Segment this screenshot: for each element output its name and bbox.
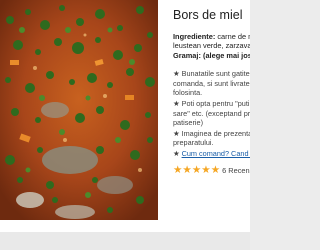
how-to-order-link[interactable]: Cum comand? Cand aju (182, 149, 250, 158)
note-line: folosinta. (173, 88, 203, 98)
product-title: Bors de miel (173, 8, 243, 22)
ingredients-text-1: carne de mie (217, 32, 250, 41)
notes-list: ★ Bunatatile sunt gatite sp comanda, si … (173, 69, 250, 158)
note-line: sare" etc. (exceptand prod (173, 108, 250, 118)
star-bullet-icon: ★ (173, 148, 180, 158)
reviews-count[interactable]: 6 Recenzii (222, 166, 250, 175)
note-line: Poti opta pentru "putin s (181, 99, 250, 108)
star-icon: ★ (201, 163, 211, 176)
note-line: preparatului. (173, 138, 214, 148)
star-bullet-icon: ★ (173, 99, 180, 108)
ingredients-text-2: leustean verde, zarzavat, c (173, 41, 250, 51)
product-photo[interactable] (0, 0, 158, 220)
note-line: patiserie) (173, 118, 204, 128)
star-bullet-icon: ★ (173, 69, 180, 79)
gramaj-label: Gramaj: (alege mai jos) (173, 50, 250, 60)
star-icon: ★ (173, 163, 183, 176)
star-icon: ★ (210, 163, 221, 176)
note-line: Imaginea de prezentare (181, 128, 250, 138)
note-line: Bunatatile sunt gatite sp (181, 69, 250, 79)
note-item: ★ Poti opta pentru "putin s sare" etc. (… (173, 99, 250, 128)
note-item: ★ Bunatatile sunt gatite sp comanda, si … (173, 69, 250, 98)
rating[interactable]: ★ ★ ★ ★ ★ 6 Recenzii (173, 163, 250, 176)
star-bullet-icon: ★ (173, 128, 180, 138)
ingredients-label: Ingrediente: (173, 32, 216, 41)
star-icon: ★ (191, 163, 202, 176)
ingredients: Ingrediente: carne de mie (173, 32, 250, 41)
note-line: comanda, si sunt livrate in (173, 78, 250, 88)
bottom-strip (0, 232, 250, 250)
soup-image (0, 0, 158, 220)
note-item: ★ Imaginea de prezentare preparatului. (173, 129, 250, 148)
star-icon: ★ (182, 163, 192, 176)
note-item: ★ Cum comand? Cand aju (173, 149, 250, 159)
product-info: Bors de miel Ingrediente: carne de mie l… (173, 8, 250, 228)
product-card: Bors de miel Ingrediente: carne de mie l… (0, 0, 250, 232)
rating-stars: ★ ★ ★ ★ ★ (173, 163, 221, 176)
